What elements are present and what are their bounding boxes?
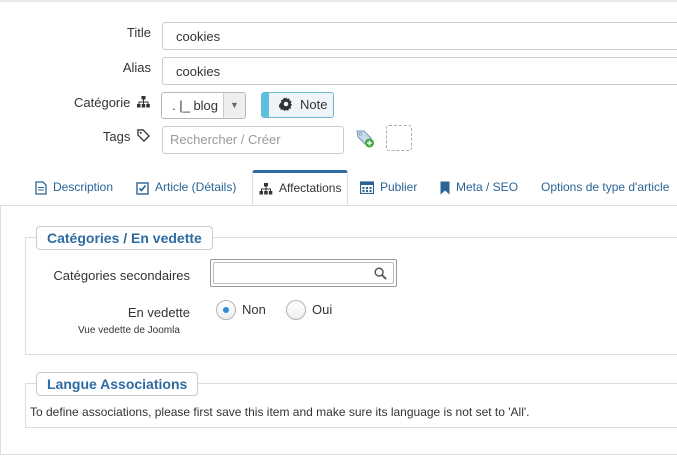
tab-bar: Description Article (Détails) Affectatio… <box>0 170 677 206</box>
search-icon <box>374 267 387 280</box>
file-text-icon <box>35 181 47 195</box>
title-label: Title <box>126 25 151 40</box>
tab-meta-seo[interactable]: Meta / SEO <box>440 170 518 205</box>
radio-oui-label[interactable]: Oui <box>312 302 332 317</box>
tab-article-details[interactable]: Article (Détails) <box>136 170 236 205</box>
secondary-categories-label: Catégories secondaires <box>53 268 190 283</box>
checkbox-icon <box>136 182 149 195</box>
gear-icon <box>279 97 293 111</box>
calendar-icon <box>360 181 374 195</box>
tag-add-icon[interactable] <box>355 128 375 148</box>
sitemap-icon <box>259 182 273 195</box>
tab-publier[interactable]: Publier <box>360 170 417 205</box>
bookmark-icon <box>440 181 450 195</box>
tab-article-details-label: Article (Détails) <box>155 180 237 194</box>
chevron-down-icon[interactable]: ▼ <box>223 93 245 118</box>
tab-affectations-label: Affectations <box>279 181 342 195</box>
tab-meta-seo-label: Meta / SEO <box>456 180 519 194</box>
sitemap-icon <box>137 96 150 108</box>
tags-search-input[interactable]: Rechercher / Créer <box>162 126 344 154</box>
tab-affectations[interactable]: Affectations <box>252 170 349 206</box>
category-select-value: . |_ blog <box>172 98 219 113</box>
alias-input[interactable]: cookies <box>162 57 677 85</box>
radio-non[interactable] <box>216 300 236 320</box>
language-message: To define associations, please first sav… <box>30 405 530 419</box>
tab-description[interactable]: Description <box>35 170 113 205</box>
categories-fieldset <box>25 237 677 355</box>
alias-label: Alias <box>122 60 151 75</box>
tab-description-label: Description <box>53 180 114 194</box>
featured-note: Vue vedette de Joomla <box>78 325 180 336</box>
note-button[interactable]: Note <box>261 92 334 118</box>
note-label: Note <box>300 97 328 112</box>
secondary-categories-input[interactable] <box>210 259 397 287</box>
tags-label-text: Tags <box>102 129 131 144</box>
top-divider <box>0 0 677 2</box>
title-input[interactable]: cookies <box>162 22 677 50</box>
note-accent-bar <box>262 93 269 117</box>
secondary-categories-field[interactable] <box>213 262 394 284</box>
tab-options-type-article[interactable]: Options de type d'article <box>541 170 669 205</box>
category-label-text: Catégorie <box>74 95 131 110</box>
tab-options-type-article-label: Options de type d'article <box>541 180 670 194</box>
featured-label: En vedette <box>127 305 190 320</box>
tab-publier-label: Publier <box>380 180 418 194</box>
radio-oui[interactable] <box>286 300 306 320</box>
radio-non-label[interactable]: Non <box>242 302 266 317</box>
category-select[interactable]: . |_ blog ▼ <box>161 92 246 119</box>
category-label: Catégorie <box>40 95 150 110</box>
categories-legend: Catégories / En vedette <box>36 226 213 250</box>
tag-icon <box>137 129 150 142</box>
tag-drop-target[interactable] <box>386 125 412 151</box>
tags-label: Tags <box>70 129 150 144</box>
language-legend: Langue Associations <box>36 372 199 396</box>
